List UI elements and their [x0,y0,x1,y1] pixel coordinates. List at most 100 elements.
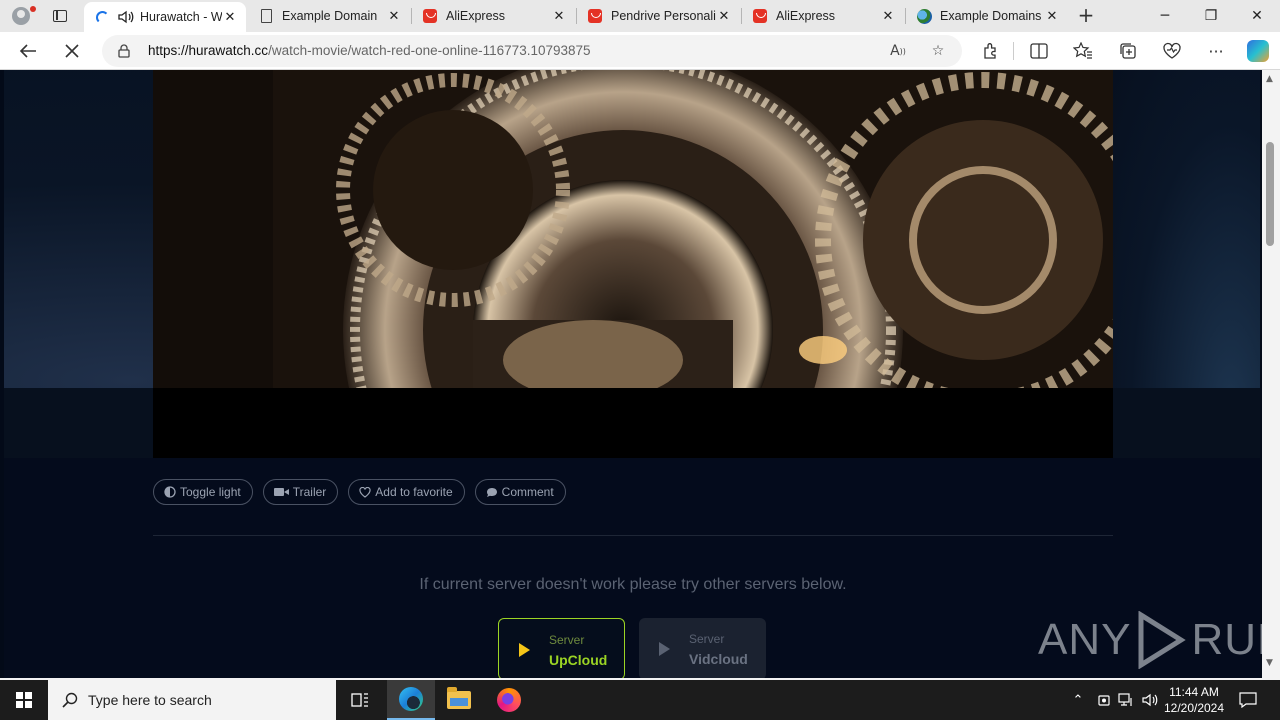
half-circle-icon [164,486,176,498]
toolbar-divider [1013,42,1014,60]
task-view-button[interactable] [336,680,384,720]
volume-icon[interactable] [1140,680,1160,720]
section-divider [153,535,1113,536]
taskbar-search-box[interactable]: Type here to search [48,680,336,720]
windows-taskbar: Type here to search ⌃ 11:44 AM 12/20/202… [0,680,1280,720]
tab-example-domain[interactable]: Example Domain ✕ [248,0,410,32]
stop-loading-button[interactable] [58,37,86,65]
server-name: Vidcloud [689,651,748,667]
clock-time: 11:44 AM [1169,685,1219,699]
tab-aliexpress-2[interactable]: AliExpress ✕ [742,0,904,32]
tab-actions-button[interactable] [48,6,72,26]
close-tab-icon[interactable]: ✕ [222,9,238,25]
taskbar-firefox-button[interactable] [485,680,533,720]
toggle-light-button[interactable]: Toggle light [153,479,253,505]
url-text[interactable]: https://hurawatch.cc/watch-movie/watch-r… [148,35,591,67]
page-scrollbar[interactable]: ▲ ▼ [1262,70,1280,678]
copilot-icon[interactable] [1244,37,1272,65]
server-vidcloud-button[interactable]: Server Vidcloud [639,618,766,678]
split-screen-icon[interactable] [1025,37,1053,65]
aliexpress-icon [422,8,438,24]
scroll-thumb[interactable] [1266,142,1274,246]
browser-toolbar: https://hurawatch.cc/watch-movie/watch-r… [0,32,1280,70]
trailer-button[interactable]: Trailer [262,479,339,505]
scroll-up-arrow-icon[interactable]: ▲ [1266,74,1273,84]
lock-icon[interactable] [118,44,130,58]
heart-icon [359,486,371,498]
add-to-favorite-button[interactable]: Add to favorite [348,479,465,505]
back-button[interactable] [14,37,42,65]
taskbar-edge-button[interactable] [387,680,435,720]
favorites-icon[interactable] [1069,37,1097,65]
task-view-icon [351,693,368,707]
close-icon [65,44,79,58]
comment-label: Comment [501,485,554,499]
tab-title: Example Domain [282,9,378,23]
aliexpress-icon [752,8,768,24]
scroll-down-arrow-icon[interactable]: ▼ [1266,658,1273,668]
server-notice: If current server doesn't work please tr… [419,576,847,593]
play-icon [659,642,670,656]
windows-logo-icon [16,692,32,708]
add-to-favorite-label: Add to favorite [375,485,453,499]
favorite-star-icon[interactable]: ☆ [928,41,948,61]
loading-spinner-icon [94,9,110,25]
speaker-icon[interactable] [118,10,134,24]
folder-icon [447,687,471,709]
network-icon[interactable] [1116,680,1136,720]
tab-hurawatch[interactable]: Hurawatch - W ✕ [84,2,246,32]
video-player-controls-area [153,388,1113,458]
search-icon [62,692,78,708]
server-label: Server [549,633,585,647]
globe-icon [916,8,932,24]
browser-essentials-icon[interactable] [1158,37,1186,65]
comment-button[interactable]: Comment [474,479,566,505]
tab-example-domains[interactable]: Example Domains ✕ [906,0,1068,32]
watermark-left: ANY [1038,615,1132,664]
close-tab-icon[interactable]: ✕ [880,8,896,24]
collections-icon[interactable] [1114,37,1142,65]
new-tab-button[interactable]: + [1076,5,1096,26]
edge-icon [399,687,423,711]
tab-title: Hurawatch - W [140,10,222,24]
close-window-button[interactable]: ✕ [1234,0,1280,32]
extensions-icon[interactable] [977,37,1005,65]
show-hidden-icons-button[interactable]: ⌃ [1068,680,1088,720]
server-name: UpCloud [549,652,608,668]
restore-button[interactable]: ❐ [1188,0,1234,32]
player-actions: Toggle light Trailer Add to favorite Com… [153,479,566,505]
tab-pendrive[interactable]: Pendrive Personaliz ✕ [577,0,740,32]
taskbar-clock[interactable]: 11:44 AM 12/20/2024 [1160,684,1228,716]
address-bar[interactable]: https://hurawatch.cc/watch-movie/watch-r… [102,35,962,67]
video-camera-icon [273,486,289,498]
profile-avatar-icon [12,7,30,25]
play-icon [519,643,530,657]
defender-icon[interactable] [1094,680,1114,720]
minimize-button[interactable]: ─ [1142,0,1188,32]
tab-title: AliExpress [446,9,506,23]
close-tab-icon[interactable]: ✕ [386,8,402,24]
start-button[interactable] [0,680,48,720]
close-tab-icon[interactable]: ✕ [1044,8,1060,24]
url-host: https://hurawatch.cc [148,43,269,58]
more-options-icon[interactable]: ··· [1202,37,1230,65]
tab-title: AliExpress [776,9,836,23]
back-arrow-icon [19,44,36,58]
tab-title: Pendrive Personaliz [611,9,716,23]
close-tab-icon[interactable]: ✕ [716,8,732,24]
aliexpress-icon [587,8,603,24]
server-label: Server [689,632,725,646]
notifications-button[interactable] [1234,680,1262,720]
notification-dot [30,6,36,12]
trailer-label: Trailer [292,485,327,499]
taskbar-file-explorer-button[interactable] [435,680,483,720]
video-player[interactable] [153,70,1113,388]
server-upcloud-button[interactable]: Server UpCloud [498,618,625,678]
read-aloud-icon[interactable]: A)) [888,41,908,61]
profile-button[interactable] [8,4,36,28]
toggle-light-label: Toggle light [180,485,241,499]
tab-aliexpress[interactable]: AliExpress ✕ [412,0,575,32]
close-tab-icon[interactable]: ✕ [551,8,567,24]
anyrun-watermark: ANY RUN [1038,608,1262,672]
page-icon [258,8,274,24]
